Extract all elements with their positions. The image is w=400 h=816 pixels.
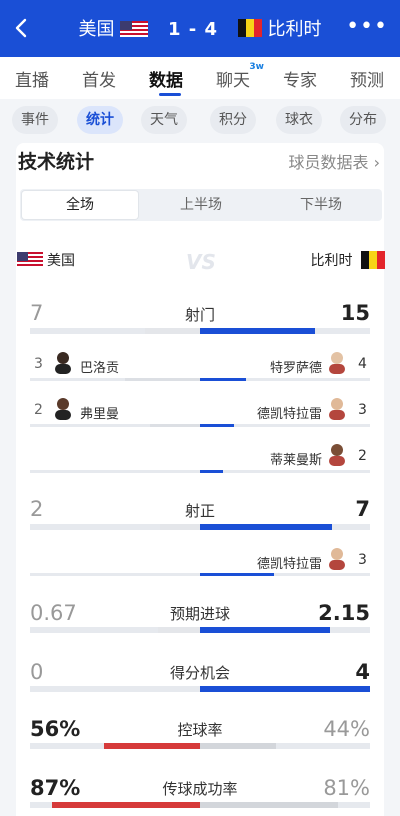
tab-data[interactable]: 数据 — [149, 66, 183, 91]
home-team-name: 美国 — [78, 19, 115, 40]
tab-label: 数据 — [149, 71, 183, 91]
tab-live[interactable]: 直播 — [15, 66, 49, 91]
on-target-bar-home — [160, 524, 200, 530]
usa-flag-icon — [17, 252, 43, 268]
player-bar-away — [200, 378, 246, 381]
shots-away-value: 15 — [340, 301, 370, 325]
period-selector: 全场 上半场 下半场 — [20, 189, 382, 221]
possession-label: 控球率 — [177, 721, 223, 739]
possession-bar-home — [104, 743, 200, 749]
subtab-standings[interactable]: 积分 — [210, 106, 256, 134]
player-avatar-icon — [55, 352, 71, 374]
tab-label: 聊天 — [216, 71, 250, 91]
home-team-label: 美国 — [47, 253, 75, 269]
away-team-name: 比利时 — [267, 19, 322, 40]
active-tab-indicator — [159, 93, 181, 96]
player-away-name: 德凯特拉雷 — [257, 557, 323, 572]
possession-bar-away — [200, 743, 276, 749]
player-home-name: 弗里曼 — [80, 407, 120, 422]
player-away-count: 4 — [358, 356, 367, 372]
stats-card — [16, 143, 384, 816]
score: 1 - 4 — [167, 19, 219, 40]
shots-label: 射门 — [184, 306, 215, 324]
belgium-flag-icon — [361, 251, 385, 269]
chances-label: 得分机会 — [169, 664, 230, 682]
tab-label: 专家 — [283, 71, 317, 91]
shots-bar-home — [145, 328, 200, 334]
player-home-count: 2 — [34, 402, 43, 418]
chances-away-value: 4 — [355, 660, 370, 684]
player-home-name: 巴洛贡 — [80, 361, 120, 376]
player-away-count: 3 — [358, 552, 367, 568]
player-away-name: 德凯特拉雷 — [257, 407, 323, 422]
xg-bar-home — [158, 627, 200, 633]
player-avatar-icon — [55, 398, 71, 420]
player-away-count: 3 — [358, 402, 367, 418]
tab-prediction[interactable]: 预测 — [350, 66, 384, 91]
pass-accuracy-away-value: 81% — [323, 776, 370, 800]
on-target-bar-away — [200, 524, 332, 530]
pass-accuracy-home-value: 87% — [30, 776, 81, 800]
subtab-jersey[interactable]: 球衣 — [276, 106, 322, 134]
more-icon[interactable]: ••• — [346, 14, 388, 39]
shots-bar-away — [200, 328, 315, 334]
period-full[interactable]: 全场 — [22, 191, 138, 219]
top-bar: 美国 1 - 4 比利时 ••• — [0, 0, 400, 57]
sub-tabs: 事件 统计 天气 积分 球衣 分布 — [0, 99, 400, 143]
tab-label: 首发 — [82, 71, 116, 91]
player-bar-away — [200, 424, 234, 427]
tab-lineup[interactable]: 首发 — [82, 66, 116, 91]
xg-label: 预期进球 — [169, 605, 230, 623]
away-team: 比利时 — [311, 250, 385, 270]
subtab-distribution[interactable]: 分布 — [340, 106, 386, 134]
xg-away-value: 2.15 — [318, 601, 370, 625]
xg-home-value: 0.67 — [30, 601, 77, 625]
match-header: 美国 1 - 4 比利时 — [0, 15, 400, 41]
subtab-events[interactable]: 事件 — [12, 106, 58, 134]
player-away-name: 特罗萨德 — [270, 361, 323, 376]
shots-home-value: 7 — [30, 301, 44, 325]
away-team-label: 比利时 — [310, 253, 353, 269]
home-team: 美国 — [17, 250, 75, 270]
main-tabs: 直播 首发 数据 聊天 3w 专家 预测 — [0, 57, 400, 99]
player-bar-home — [150, 424, 200, 427]
possession-away-value: 44% — [323, 717, 370, 741]
chances-bar-away — [200, 686, 370, 692]
on-target-away-value: 7 — [355, 497, 370, 521]
player-away-name: 蒂莱曼斯 — [270, 453, 323, 468]
pass-accuracy-bar-home — [52, 802, 200, 808]
tab-label: 预测 — [350, 71, 384, 91]
tab-label: 直播 — [15, 71, 49, 91]
subtab-weather[interactable]: 天气 — [141, 106, 187, 134]
player-home-count: 3 — [34, 356, 43, 372]
period-first-half[interactable]: 上半场 — [141, 189, 261, 221]
player-avatar-icon — [329, 352, 345, 374]
on-target-home-value: 2 — [30, 497, 44, 521]
xg-bar-away — [200, 627, 330, 633]
vs-logo: VS — [186, 250, 216, 274]
player-bar-away — [200, 470, 223, 473]
pass-accuracy-bar-away — [200, 802, 338, 808]
tab-expert[interactable]: 专家 — [283, 66, 317, 91]
player-bar-home — [125, 378, 200, 381]
possession-home-value: 56% — [30, 717, 81, 741]
player-bar-away — [200, 573, 274, 576]
subtab-stats[interactable]: 统计 — [77, 106, 123, 134]
usa-flag-icon — [120, 21, 149, 37]
section-title: 技术统计 — [18, 151, 95, 173]
chat-count-badge: 3w — [249, 62, 264, 72]
player-stats-link[interactable]: 球员数据表 › — [289, 149, 381, 173]
pass-accuracy-label: 传球成功率 — [162, 780, 238, 798]
player-avatar-icon — [329, 444, 345, 466]
belgium-flag-icon — [237, 19, 262, 37]
player-away-count: 2 — [358, 448, 367, 464]
chances-home-value: 0 — [30, 660, 44, 684]
period-second-half[interactable]: 下半场 — [261, 189, 381, 221]
tab-chat[interactable]: 聊天 3w — [216, 62, 264, 91]
player-avatar-icon — [329, 548, 345, 570]
player-avatar-icon — [329, 398, 345, 420]
on-target-label: 射正 — [184, 502, 215, 520]
